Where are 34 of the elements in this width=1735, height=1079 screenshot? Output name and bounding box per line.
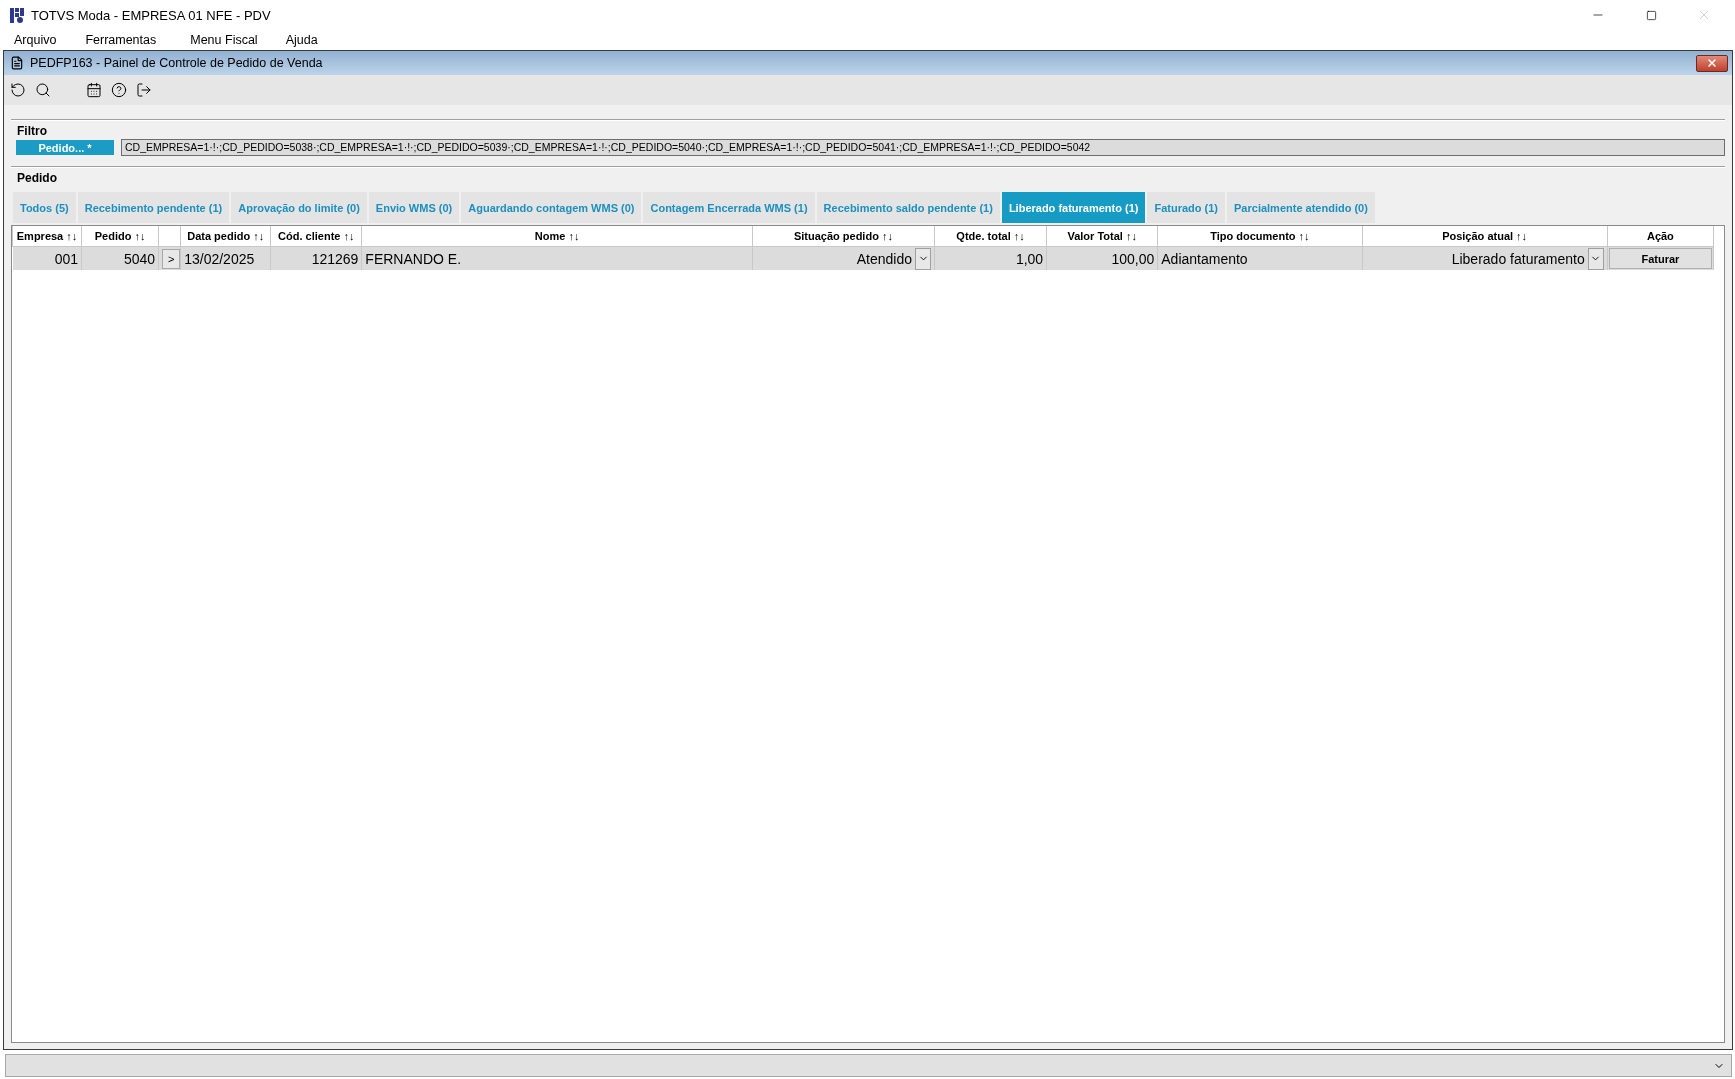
expand-button[interactable]: > xyxy=(162,248,181,269)
close-button[interactable] xyxy=(1696,54,1728,72)
column-header: Ação xyxy=(1646,230,1674,242)
table-cell: 13/02/2025 xyxy=(184,250,255,267)
menu-item[interactable]: Ferramentas xyxy=(85,32,157,47)
table-cell: 121269 xyxy=(311,250,359,267)
exit-icon[interactable] xyxy=(136,82,152,98)
dropdown-value: Atendido xyxy=(856,250,912,267)
close-icon xyxy=(1706,57,1718,69)
calendar-icon[interactable] xyxy=(86,82,102,98)
column-header[interactable]: Nome ↑↓ xyxy=(534,230,580,242)
refresh-icon[interactable] xyxy=(10,82,26,98)
section-heading: Filtro xyxy=(16,123,48,138)
faturar-button[interactable]: Faturar xyxy=(1608,248,1712,269)
table-cell: 1,00 xyxy=(1015,250,1044,267)
help-icon[interactable] xyxy=(111,82,127,98)
dropdown-value: Liberado faturamento xyxy=(1451,250,1585,267)
menu-item[interactable]: Arquivo xyxy=(14,32,57,47)
table-cell: 001 xyxy=(54,250,79,267)
table-cell: FERNANDO E. xyxy=(365,250,462,267)
column-header[interactable]: Posição atual ↑↓ xyxy=(1442,230,1528,242)
child-window-title: PEDFP163 - Painel de Controle de Pedido de Venda xyxy=(30,56,324,70)
table-cell: Adiantamento xyxy=(1161,250,1248,267)
table-cell: 5040 xyxy=(124,250,156,267)
document-icon xyxy=(10,56,24,70)
app-logo-icon xyxy=(10,7,24,23)
menu-item[interactable]: Menu Fiscal xyxy=(190,32,258,47)
table-cell: 100,00 xyxy=(1111,250,1155,267)
search-icon[interactable] xyxy=(35,82,51,98)
maximize-icon[interactable] xyxy=(1645,9,1657,21)
section-heading: Pedido xyxy=(16,170,58,185)
filter-field[interactable]: CD_EMPRESA=1·!·;CD_PEDIDO=5038·;CD_EMPRESA=1·!·;CD_PEDIDO=5039·;CD_EMPRESA=1·!·;CD_PEDIDO=5040·;CD_EMPRESA=1·!·;CD_PEDIDO=5041·;CD_EMPRESA=1·!·;CD_PEDIDO=5042 xyxy=(121,139,1725,156)
window-title: TOTVS Moda - EMPRESA 01 NFE - PDV xyxy=(31,7,272,23)
menu-item[interactable]: Ajuda xyxy=(285,32,318,47)
